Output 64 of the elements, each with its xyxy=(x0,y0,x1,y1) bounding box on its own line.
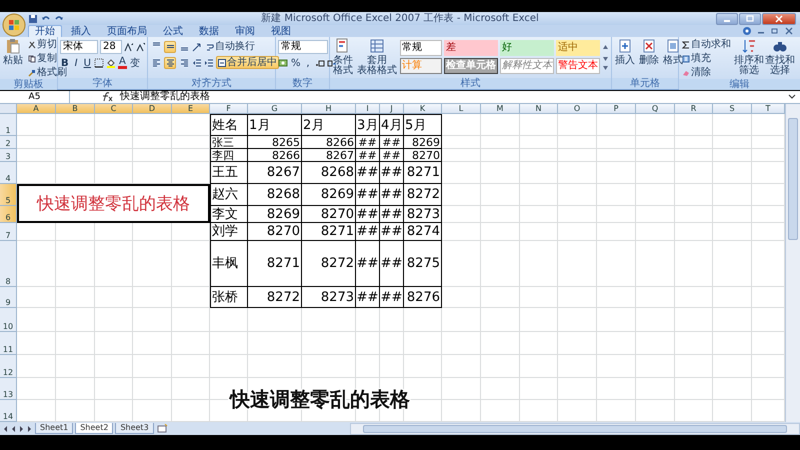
table-cell: ## xyxy=(380,184,404,206)
table-cell: 8275 xyxy=(404,241,442,287)
group-label: 剪贴板 xyxy=(0,79,57,90)
table-cell: ## xyxy=(356,136,380,149)
video-subtitle: 快速调整零乱的表格 xyxy=(230,386,410,413)
table-cell: 8272 xyxy=(404,184,442,206)
table-cell: 4月 xyxy=(380,114,404,136)
table-cell: 刘学 xyxy=(210,223,248,241)
table-cell: 8268 xyxy=(302,162,356,184)
table-cell: ## xyxy=(356,287,380,308)
table-cell: 8270 xyxy=(248,223,302,241)
table-cell: ## xyxy=(356,149,380,162)
table-cell: 1月 xyxy=(248,114,302,136)
table-cell: 8274 xyxy=(404,223,442,241)
group-label: 编辑 xyxy=(679,79,800,90)
table-cell: 8268 xyxy=(248,184,302,206)
table-cell: 8276 xyxy=(404,287,442,308)
table-cell: 8269 xyxy=(248,206,302,223)
table-cell: 8273 xyxy=(404,206,442,223)
window-title: 新建 Microsoft Office Excel 2007 工作表 - Microsoft Excel xyxy=(261,12,539,24)
table-cell: 8272 xyxy=(302,241,356,287)
table-cell: ## xyxy=(380,206,404,223)
table-cell: ## xyxy=(380,162,404,184)
table-cell: ## xyxy=(380,241,404,287)
table-cell: ## xyxy=(356,184,380,206)
table-cell: 李文 xyxy=(210,206,248,223)
table-cell: 8267 xyxy=(248,162,302,184)
table-cell: 8269 xyxy=(404,136,442,149)
table-cell: ## xyxy=(380,136,404,149)
table-cell: 丰枫 xyxy=(210,241,248,287)
table-cell: 8267 xyxy=(302,149,356,162)
merged-cell: 快速调整零乱的表格 xyxy=(17,184,210,223)
table-cell: 5月 xyxy=(404,114,442,136)
table-cell: 8271 xyxy=(404,162,442,184)
table-cell: 8271 xyxy=(248,241,302,287)
table-cell: 2月 xyxy=(302,114,356,136)
table-cell: 王五 xyxy=(210,162,248,184)
group-label: 对齐方式 xyxy=(148,78,275,89)
table-cell: 8270 xyxy=(302,206,356,223)
group-label: 样式 xyxy=(330,78,611,89)
table-cell: 8273 xyxy=(302,287,356,308)
table-cell: 张三 xyxy=(210,136,248,149)
group-label: 数字 xyxy=(276,78,329,89)
table-cell: 张桥 xyxy=(210,287,248,308)
table-cell: 8271 xyxy=(302,223,356,241)
table-cell: ## xyxy=(356,223,380,241)
table-cell: ## xyxy=(380,287,404,308)
table-cell: 李四 xyxy=(210,149,248,162)
table-cell: 3月 xyxy=(356,114,380,136)
table-cell: 8270 xyxy=(404,149,442,162)
table-cell: 8269 xyxy=(302,184,356,206)
table-cell: ## xyxy=(380,223,404,241)
table-cell: ## xyxy=(356,206,380,223)
table-cell: 8265 xyxy=(248,136,302,149)
table-cell: 姓名 xyxy=(210,114,248,136)
table-cell: 8272 xyxy=(248,287,302,308)
table-cell: 8266 xyxy=(248,149,302,162)
table-cell: ## xyxy=(356,162,380,184)
group-label: 单元格 xyxy=(612,78,678,89)
table-cell: ## xyxy=(356,241,380,287)
table-cell: 8266 xyxy=(302,136,356,149)
table-cell: ## xyxy=(380,149,404,162)
table-cell: 赵六 xyxy=(210,184,248,206)
group-label: 字体 xyxy=(58,78,147,89)
